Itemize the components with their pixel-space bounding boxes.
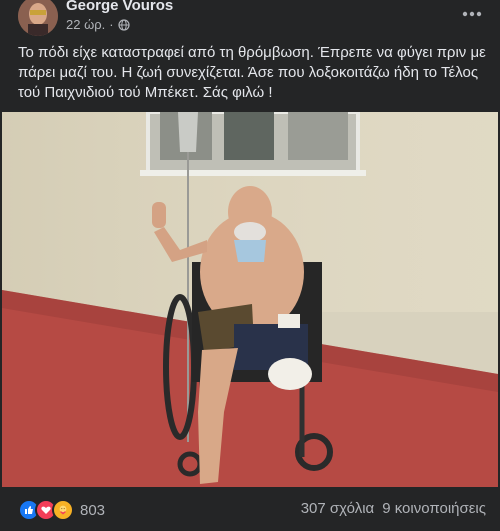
engagement-counts: 307 σχόλια 9 κοινοποιήσεις [301, 500, 486, 517]
reactions-summary[interactable]: 803 [18, 499, 105, 521]
more-options-icon [462, 11, 482, 17]
author-avatar[interactable] [18, 0, 58, 36]
shares-count[interactable]: 9 κοινοποιήσεις [382, 500, 486, 517]
facebook-post: George Vouros 22 ώρ. · Το πόδι είχε κατα… [0, 0, 500, 531]
more-options-button[interactable] [458, 2, 486, 26]
author-name[interactable]: George Vouros [66, 0, 173, 14]
post-photo[interactable] [2, 112, 498, 487]
post-caption: Το πόδι είχε καταστραφεί από τη θρόμβωση… [18, 44, 486, 101]
care-icon [52, 499, 74, 521]
post-footer: 803 307 σχόλια 9 κοινοποιήσεις [0, 490, 500, 531]
post-meta: 22 ώρ. · [66, 17, 130, 32]
comments-count[interactable]: 307 σχόλια [301, 500, 374, 517]
meta-separator: · [109, 17, 114, 32]
post-header: George Vouros 22 ώρ. · [0, 0, 500, 40]
reaction-count: 803 [80, 501, 106, 519]
globe-icon [117, 18, 130, 31]
post-timestamp[interactable]: 22 ώρ. [66, 17, 105, 32]
